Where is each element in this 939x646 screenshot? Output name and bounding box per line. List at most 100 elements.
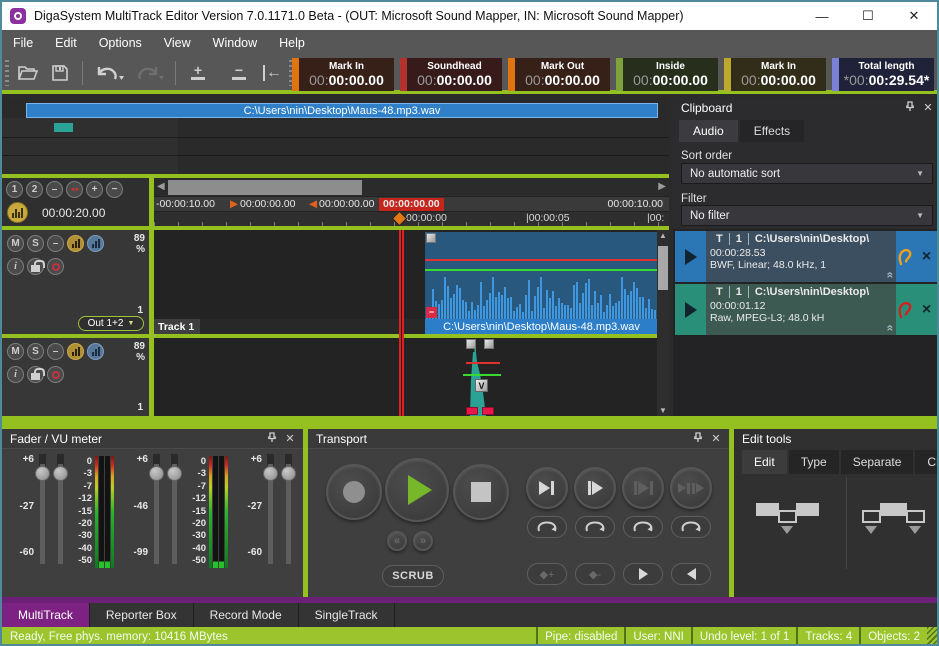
track2-clip-handle-right[interactable] [484, 339, 494, 349]
mark-out-marker-icon[interactable]: ◀ [309, 198, 317, 210]
zoom-to-marks-icon[interactable]: ◄► [66, 181, 83, 198]
track2-clip-handle-left[interactable] [466, 339, 476, 349]
track2-gain-line-red[interactable] [466, 362, 500, 364]
scroll-down-icon[interactable]: ▼ [657, 406, 669, 415]
menu-item-view[interactable]: View [153, 32, 202, 54]
track1-mute-button[interactable]: M [7, 235, 24, 252]
waveform-mode-icon[interactable] [7, 202, 28, 223]
track2-meter-blue-icon[interactable] [87, 343, 104, 360]
horizontal-scrollbar-thumb[interactable] [168, 180, 362, 195]
menu-item-edit[interactable]: Edit [44, 32, 88, 54]
undo-icon[interactable] [92, 60, 126, 86]
out-fader-2[interactable] [166, 454, 184, 570]
clipboard-tab-effects[interactable]: Effects [740, 120, 804, 142]
tab-multitrack[interactable]: MultiTrack [2, 603, 90, 627]
zoom-in-circle-button[interactable]: + [86, 181, 103, 198]
record-button[interactable] [326, 464, 382, 520]
track2-lane[interactable] [154, 338, 657, 416]
step-forward-button[interactable] [623, 563, 663, 585]
zoom-minus-button[interactable]: – [46, 181, 63, 198]
minimize-button[interactable]: — [799, 2, 845, 30]
stop-button[interactable] [453, 464, 509, 520]
scrub-button[interactable]: SCRUB [382, 565, 444, 587]
item2-collapse-icon[interactable]: « [884, 325, 896, 332]
menu-item-file[interactable]: File [2, 32, 44, 54]
clip-gain-line-red[interactable] [425, 259, 658, 261]
close-button[interactable]: ✕ [891, 2, 937, 30]
track1-record-button[interactable] [47, 258, 64, 275]
loop-2-button[interactable] [575, 516, 615, 538]
horizontal-scrollbar[interactable]: ◀ ▶ [154, 178, 669, 197]
clipboard-tab-audio[interactable]: Audio [679, 120, 738, 142]
mon-fader-1-knob[interactable] [263, 466, 278, 481]
play-button[interactable] [385, 458, 449, 522]
fader-close-icon[interactable]: ✕ [281, 432, 299, 446]
track1-lock-icon[interactable] [27, 258, 44, 275]
out-fader-1-knob[interactable] [149, 466, 164, 481]
clipboard-close-icon[interactable]: ✕ [919, 101, 937, 115]
loop-1-button[interactable] [527, 516, 567, 538]
zoom-preset-1-button[interactable]: 1 [6, 181, 23, 198]
resize-grip[interactable] [927, 627, 937, 646]
save-icon[interactable] [47, 60, 73, 86]
play-to-mark-button[interactable] [526, 467, 568, 509]
menu-item-options[interactable]: Options [88, 32, 153, 54]
timeline-ruler[interactable]: ◀ ▶ -00:00:10.00 ▶ 00:00:00.00 ◀ 00:00:0… [154, 178, 669, 226]
menu-item-window[interactable]: Window [202, 32, 268, 54]
track2-mute-button[interactable]: M [7, 343, 24, 360]
fader-pin-icon[interactable] [263, 432, 281, 446]
overview-clip-track1[interactable]: C:\Users\nin\Desktop\Maus-48.mp3.wav [26, 103, 658, 118]
in-fader-1[interactable] [34, 454, 52, 570]
item2-play-button[interactable] [675, 284, 706, 335]
vertical-scrollbar-thumb[interactable] [658, 246, 668, 290]
tab-singletrack[interactable]: SingleTrack [299, 603, 395, 627]
cut-inside-icon[interactable] [756, 499, 820, 533]
track1-name-tab[interactable]: Track 1 [154, 319, 200, 334]
mark-in-marker-icon[interactable]: ▶ [230, 198, 238, 210]
item1-collapse-icon[interactable]: « [884, 272, 896, 279]
filter-select[interactable]: No filter▼ [681, 205, 933, 226]
item2-delete-button[interactable]: × [914, 284, 939, 335]
track2-audio-clip[interactable] [460, 340, 502, 416]
go-to-start-icon[interactable]: ← [263, 65, 283, 81]
open-file-icon[interactable] [15, 60, 41, 86]
title-bar[interactable]: DigaSystem MultiTrack Editor Version 7.0… [2, 2, 937, 30]
vertical-scrollbar[interactable]: ▲ ▼ [657, 230, 669, 416]
clip-remove-handle[interactable]: − [426, 307, 437, 318]
step-back-button[interactable] [671, 563, 711, 585]
overview-clip-track2[interactable] [54, 123, 73, 132]
item1-prelisten-ear-icon[interactable] [896, 231, 914, 282]
scroll-right-icon[interactable]: ▶ [658, 181, 666, 192]
edit-tools-tab-clip-in[interactable]: Clip & In [915, 450, 939, 474]
clipboard-item-2[interactable]: T1C:\Users\nin\Desktop\ 00:00:01.12 Raw,… [675, 284, 939, 335]
zoom-out-icon[interactable]: − [226, 60, 252, 86]
mon-fader-1[interactable] [262, 454, 280, 570]
clip-fade-handle[interactable] [426, 233, 436, 243]
clip-gain-line-green[interactable] [425, 269, 658, 271]
mon-fader-2[interactable] [280, 454, 298, 570]
mon-fader-2-knob[interactable] [281, 466, 296, 481]
out-fader-2-knob[interactable] [167, 466, 182, 481]
track2-marker-left[interactable] [466, 407, 478, 415]
track1-clip-path[interactable]: C:\Users\nin\Desktop\Maus-48.mp3.wav [425, 319, 658, 334]
in-fader-2[interactable] [52, 454, 70, 570]
cut-outside-icon[interactable] [862, 499, 926, 533]
pin-icon[interactable] [901, 101, 919, 115]
track1-output-select[interactable]: Out 1+2▼ [78, 316, 144, 331]
track2-gain-line-green[interactable] [463, 374, 501, 376]
track2-record-button[interactable] [47, 366, 64, 383]
skip-forward-button[interactable]: » [413, 531, 433, 551]
track2-minus-button[interactable]: – [47, 343, 64, 360]
in-fader-1-knob[interactable] [35, 466, 50, 481]
maximize-button[interactable]: ☐ [845, 2, 891, 30]
scroll-left-icon[interactable]: ◀ [157, 181, 165, 192]
loop-3-button[interactable] [623, 516, 663, 538]
item2-prelisten-ear-icon[interactable] [896, 284, 914, 335]
out-fader-1[interactable] [148, 454, 166, 570]
track1-meter-blue-icon[interactable] [87, 235, 104, 252]
track2-volume-badge[interactable]: V [475, 379, 488, 392]
scroll-up-icon[interactable]: ▲ [657, 231, 669, 240]
zoom-out-circle-button[interactable]: − [106, 181, 123, 198]
skip-back-button[interactable]: « [387, 531, 407, 551]
track1-audio-clip[interactable]: − [425, 232, 658, 319]
